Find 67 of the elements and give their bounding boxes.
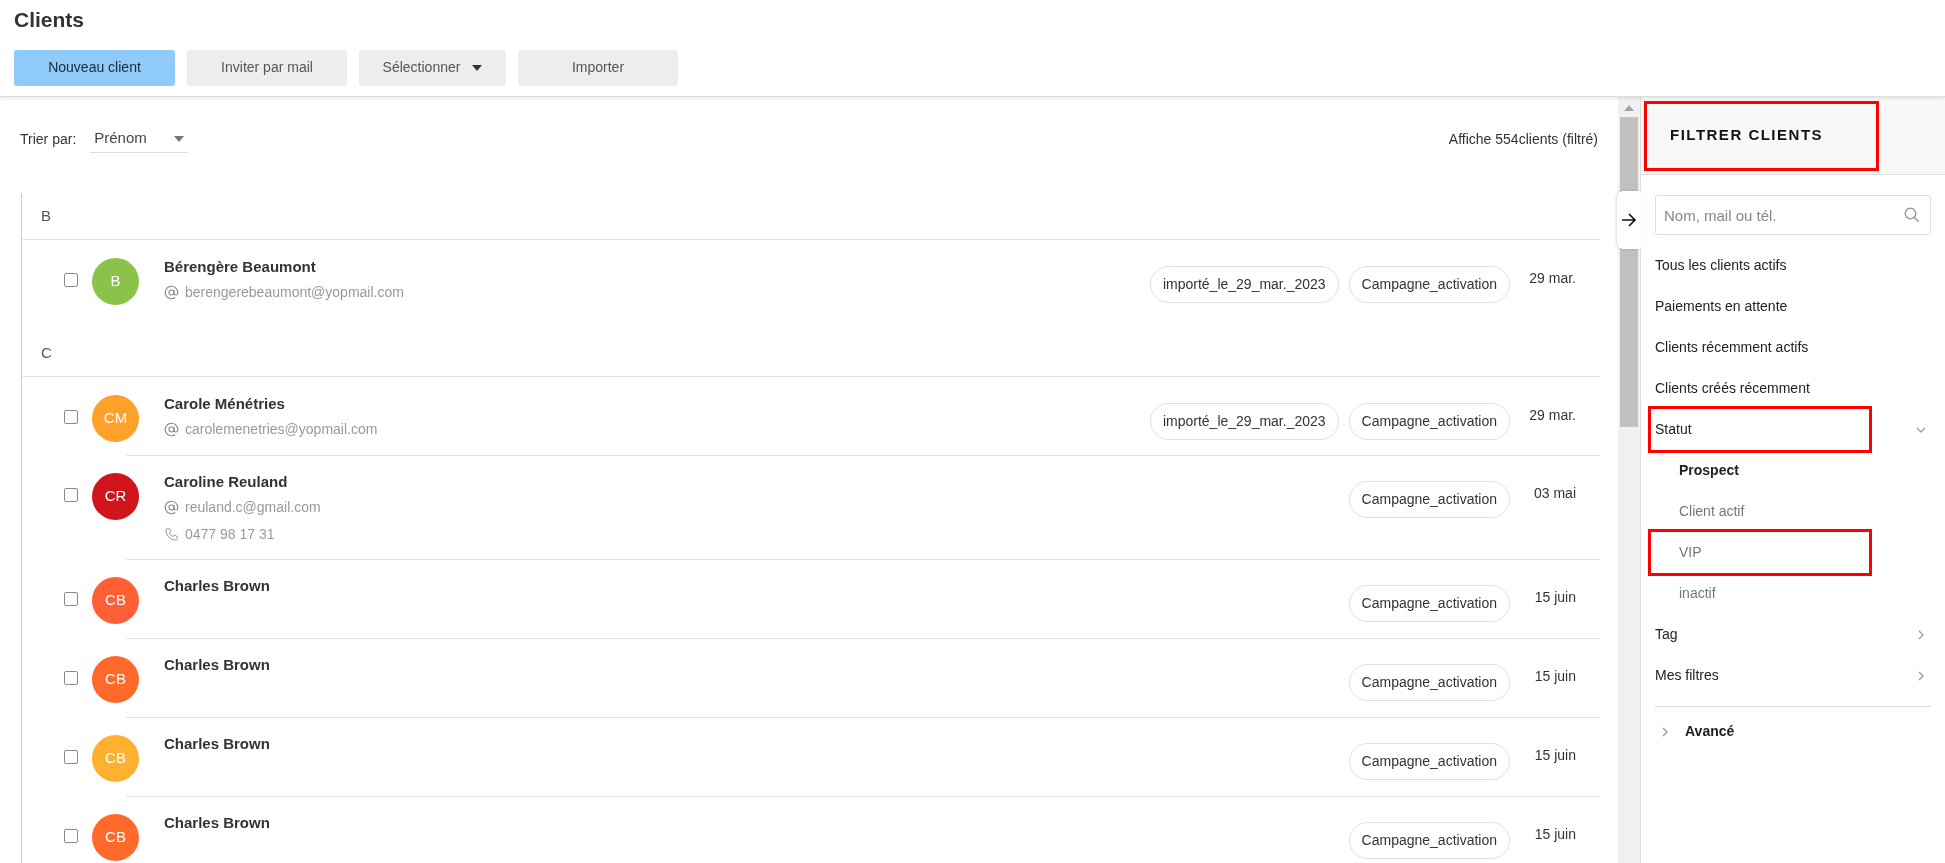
client-name[interactable]: Carole Ménétries [164, 395, 1150, 413]
client-name[interactable]: Charles Brown [164, 577, 1349, 595]
filter-item[interactable]: Clients créés récemment [1655, 368, 1810, 409]
filter-item[interactable]: Tous les clients actifs [1655, 245, 1787, 286]
toolbar-button[interactable]: Importer [518, 49, 678, 86]
collapse-panel-button[interactable] [1617, 191, 1641, 249]
checkbox[interactable] [64, 592, 78, 606]
checkbox[interactable] [64, 488, 78, 502]
group-letter: B [41, 205, 51, 226]
filter-item[interactable]: Statut [1651, 409, 1869, 450]
filter-item[interactable]: Clients récemment actifs [1655, 327, 1809, 368]
client-name[interactable]: Caroline Reuland [164, 473, 1349, 491]
filter-item[interactable]: Paiements en attente [1655, 286, 1788, 327]
avatar: CR [92, 473, 139, 520]
search-field[interactable]: Nom, mail ou tél. [1655, 195, 1931, 235]
checkbox[interactable] [64, 829, 78, 843]
arrow-right-icon [1621, 213, 1637, 227]
page-title: Clients [14, 7, 85, 33]
search-icon [1903, 206, 1921, 224]
sort-label: Trier par: [20, 129, 77, 149]
filter-item[interactable]: Tag [1655, 614, 1678, 655]
client-phone: 0477 98 17 31 [185, 525, 275, 544]
client-email: carolemenetries@yopmail.com [185, 420, 378, 439]
client-date: 03 mai [1532, 484, 1577, 503]
avatar: CB [92, 814, 139, 861]
group-letter: C [41, 342, 52, 363]
client-name[interactable]: Charles Brown [164, 814, 1349, 832]
toolbar-button[interactable]: Nouveau client [14, 49, 175, 86]
filter-item[interactable]: Mes filtres [1655, 655, 1719, 696]
status-option[interactable]: VIP [1651, 532, 1869, 573]
client-name[interactable]: Bérengère Beaumont [164, 258, 1150, 276]
avatar: B [92, 258, 139, 305]
toolbar-button[interactable]: Inviter par mail [187, 49, 347, 86]
client-name[interactable]: Charles Brown [164, 656, 1349, 674]
scrollbar[interactable] [1618, 97, 1640, 863]
checkbox[interactable] [64, 273, 78, 287]
at-sign-icon [164, 285, 179, 300]
client-date: 29 mar. [1528, 269, 1577, 288]
caret-icon [174, 135, 185, 142]
client-date: 15 juin [1533, 667, 1577, 686]
advanced-toggle[interactable]: Avancé [1685, 721, 1735, 742]
filter-title: FILTRER CLIENTS [1644, 100, 1879, 171]
caret-icon [472, 64, 483, 71]
checkbox[interactable] [64, 671, 78, 685]
avatar: CM [92, 395, 139, 442]
at-sign-icon [164, 422, 179, 437]
client-count: Affiche 554clients (filtré) [1448, 129, 1599, 149]
client-name[interactable]: Charles Brown [164, 735, 1349, 753]
checkbox[interactable] [64, 750, 78, 764]
client-email: berengerebeaumont@yopmail.com [185, 283, 404, 302]
sort-dropdown[interactable]: Prénom [90, 125, 189, 153]
client-email: reuland.c@gmail.com [185, 498, 321, 517]
avatar: CB [92, 735, 139, 782]
scroll-up-icon [1624, 105, 1634, 111]
status-option[interactable]: Client actif [1655, 491, 1745, 532]
client-date: 15 juin [1533, 746, 1577, 765]
at-sign-icon [164, 500, 179, 515]
client-date: 29 mar. [1528, 406, 1577, 425]
avatar: CB [92, 577, 139, 624]
toolbar-button[interactable]: Sélectionner [359, 49, 506, 86]
status-option[interactable]: Prospect [1655, 450, 1739, 491]
client-date: 15 juin [1533, 825, 1577, 844]
client-date: 15 juin [1533, 588, 1577, 607]
avatar: CB [92, 656, 139, 703]
status-option[interactable]: inactif [1655, 573, 1716, 614]
checkbox[interactable] [64, 410, 78, 424]
phone-icon [164, 527, 179, 542]
